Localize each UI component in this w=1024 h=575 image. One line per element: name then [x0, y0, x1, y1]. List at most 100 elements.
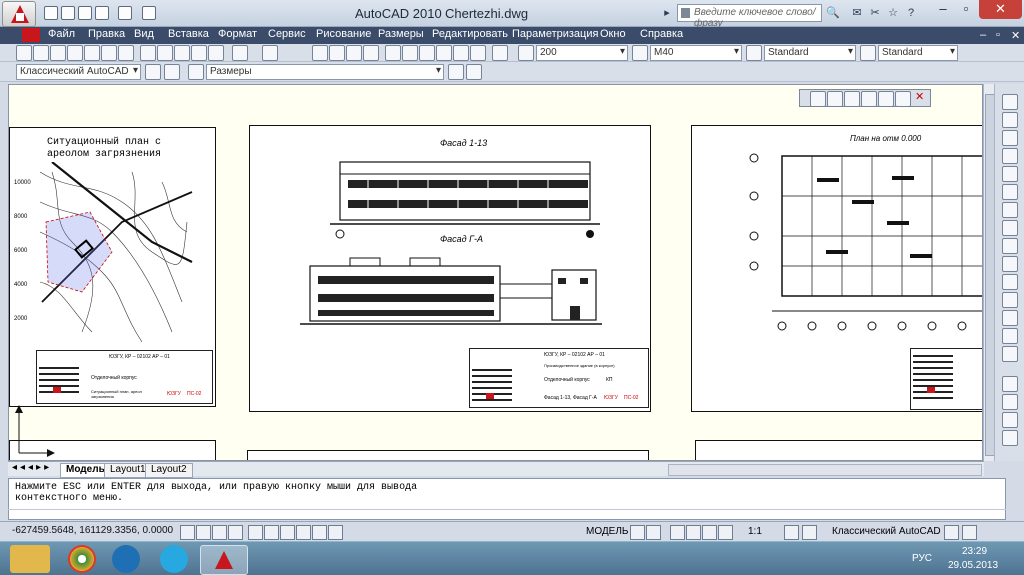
menu-insert[interactable]: Вставка [168, 28, 209, 40]
zoom-realtime-icon[interactable] [329, 45, 345, 61]
table-style-icon[interactable] [746, 45, 762, 61]
qnew-icon[interactable] [16, 45, 32, 61]
horizontal-scrollbar[interactable] [668, 464, 982, 476]
dynamic-input-button[interactable] [296, 525, 311, 540]
dimstyle-combo[interactable]: Standard [764, 45, 856, 61]
menu-tools[interactable]: Сервис [268, 28, 306, 40]
object-snap-button[interactable] [248, 525, 263, 540]
quick-view-drawings-button[interactable] [646, 525, 661, 540]
dim-style-icon[interactable] [632, 45, 648, 61]
tool-palettes-icon[interactable] [419, 45, 435, 61]
array-icon[interactable] [1002, 166, 1018, 182]
pan-icon[interactable] [312, 45, 328, 61]
clean-screen-icon[interactable] [962, 525, 977, 540]
rotate-icon[interactable] [1002, 202, 1018, 218]
communication-center-icon[interactable]: ✉ [850, 6, 864, 20]
workspace-save-icon[interactable] [164, 64, 180, 80]
workspace-switch[interactable]: Классический AutoCAD [832, 526, 941, 537]
move-icon[interactable] [1002, 184, 1018, 200]
minimize-button[interactable]: – [932, 0, 954, 19]
menu-file[interactable]: Файл [48, 28, 75, 40]
fillet-icon[interactable] [1002, 346, 1018, 362]
plot-icon[interactable] [67, 45, 83, 61]
polar-tracking-button[interactable] [228, 525, 243, 540]
continuous-orbit-icon[interactable] [861, 91, 877, 107]
zoom-window-icon[interactable] [346, 45, 362, 61]
clock-time[interactable]: 23:29 [962, 546, 987, 557]
menu-draw[interactable]: Рисование [316, 28, 371, 40]
command-input[interactable] [8, 509, 1006, 520]
zoom-previous-icon[interactable] [363, 45, 379, 61]
sheet-set-icon[interactable] [436, 45, 452, 61]
explode-icon[interactable] [1002, 430, 1018, 446]
free-orbit-icon[interactable] [844, 91, 860, 107]
model-space-toggle[interactable]: МОДЕЛЬ [586, 526, 628, 537]
favorites-star-icon[interactable]: ☆ [886, 6, 900, 20]
offset-icon[interactable] [1002, 148, 1018, 164]
drawing-canvas[interactable]: ✕ Ситуационный план с ареолом загрязнени… [8, 84, 983, 461]
orbit-icon[interactable] [827, 91, 843, 107]
pan-status-icon[interactable] [670, 525, 685, 540]
view-icon[interactable] [810, 91, 826, 107]
markup-icon[interactable] [453, 45, 469, 61]
auto-scale-icon[interactable] [802, 525, 817, 540]
open-icon[interactable] [33, 45, 49, 61]
workspace-settings-icon[interactable] [145, 64, 161, 80]
autocad-taskbar-button[interactable] [200, 545, 248, 575]
zoom-status-icon[interactable] [686, 525, 701, 540]
workspace-combo[interactable]: Классический AutoCAD [16, 64, 141, 80]
object-snap-tracking-button[interactable] [264, 525, 279, 540]
search-input[interactable]: Введите ключевое слово/фразу [677, 4, 822, 29]
quick-view-layouts-button[interactable] [630, 525, 645, 540]
scale-icon[interactable] [1002, 220, 1018, 236]
coordinate-readout[interactable]: -627459.5648, 161129.3356, 0.0000 [12, 525, 173, 536]
mirror-icon[interactable] [1002, 130, 1018, 146]
layer-properties-icon[interactable] [188, 64, 204, 80]
bring-front-icon[interactable] [1002, 394, 1018, 410]
clock-date[interactable]: 29.05.2013 [948, 560, 998, 571]
menu-parametric[interactable]: Параметризация [512, 28, 598, 40]
quick-properties-button[interactable] [328, 525, 343, 540]
binoculars-icon[interactable]: 🔍 [826, 6, 840, 20]
visual-style-icon[interactable] [895, 91, 911, 107]
stretch-icon[interactable] [1002, 238, 1018, 254]
tab-layout2[interactable]: Layout2 [145, 463, 193, 478]
showmotion-icon[interactable] [718, 525, 733, 540]
menu-window[interactable]: Окно [600, 28, 626, 40]
draw-order-icon[interactable] [1002, 376, 1018, 392]
grid-display-button[interactable] [196, 525, 211, 540]
application-menu-button[interactable] [2, 1, 36, 27]
doc-restore-button[interactable]: ▫ [996, 29, 1000, 41]
vertical-scrollbar[interactable] [983, 84, 995, 461]
undo-icon[interactable] [95, 6, 109, 20]
maximize-button[interactable]: ▫ [955, 0, 977, 19]
help-toolbar-icon[interactable] [492, 45, 508, 61]
menu-modify[interactable]: Редактировать [432, 28, 508, 40]
redo-toolbar-icon[interactable] [262, 45, 278, 61]
text-style-icon[interactable] [518, 45, 534, 61]
match-properties-icon[interactable] [191, 45, 207, 61]
help-icon[interactable]: ? [904, 6, 918, 20]
layer-combo[interactable]: Размеры [206, 64, 444, 80]
lineweight-button[interactable] [312, 525, 327, 540]
dynamic-ucs-button[interactable] [280, 525, 295, 540]
menu-format[interactable]: Формат [218, 28, 257, 40]
close-button[interactable]: ✕ [979, 0, 1022, 19]
chamfer-icon[interactable] [1002, 328, 1018, 344]
make-current-layer-icon[interactable] [448, 64, 464, 80]
annotation-visibility-icon[interactable] [784, 525, 799, 540]
lock-ui-icon[interactable] [944, 525, 959, 540]
doc-minimize-button[interactable]: – [980, 29, 986, 41]
ortho-mode-button[interactable] [212, 525, 227, 540]
menu-help[interactable]: Справка [640, 28, 683, 40]
break-icon[interactable] [1002, 292, 1018, 308]
menu-dimension[interactable]: Размеры [378, 28, 424, 40]
publish-icon[interactable] [101, 45, 117, 61]
floating-toolbar-close-icon[interactable]: ✕ [915, 90, 924, 103]
properties-icon[interactable] [385, 45, 401, 61]
skype-icon[interactable] [160, 545, 188, 573]
doc-close-button[interactable]: ✕ [1011, 29, 1020, 42]
tab-nav-arrows[interactable]: ◂◂◂▸▸ [12, 462, 52, 473]
layer-previous-icon[interactable] [466, 64, 482, 80]
lineweight-combo[interactable]: 200 [536, 45, 628, 61]
